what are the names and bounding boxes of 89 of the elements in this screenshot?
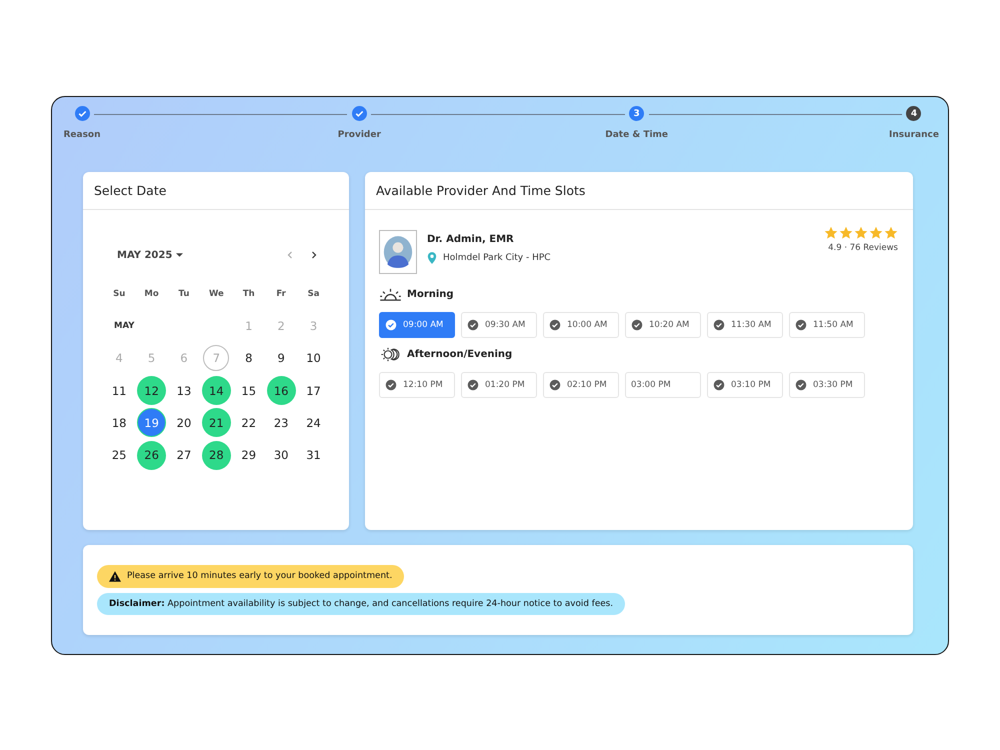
time-slot-button[interactable]: 03:10 PM: [707, 372, 783, 398]
sunrise-icon: [379, 286, 402, 302]
star-icon: [854, 226, 868, 240]
weekday-label: Mo: [143, 288, 160, 302]
time-slot-button[interactable]: 03:00 PM: [625, 372, 701, 398]
calendar-day[interactable]: 22: [234, 408, 264, 438]
calendar-day[interactable]: 12: [137, 376, 166, 406]
month-dropdown[interactable]: MAY 2025: [117, 250, 184, 260]
calendar-day[interactable]: 24: [299, 408, 328, 438]
time-slot-button[interactable]: 10:00 AM: [543, 312, 619, 338]
calendar-day[interactable]: 29: [234, 440, 264, 470]
check-circle-icon: [467, 319, 479, 331]
calendar-day[interactable]: 17: [299, 376, 328, 406]
calendar-day: 1: [234, 312, 264, 341]
calendar-day[interactable]: 16: [266, 376, 296, 406]
time-slot-button[interactable]: 12:10 PM: [379, 372, 455, 398]
calendar-day[interactable]: 28: [202, 440, 231, 470]
star-icon: [824, 226, 838, 240]
time-slot-button[interactable]: 01:20 PM: [461, 372, 537, 398]
step-number: 4: [906, 106, 922, 121]
check-circle-icon: [385, 319, 397, 331]
calendar-day[interactable]: 23: [266, 408, 296, 438]
step-label: Date & Time: [605, 130, 668, 140]
calendar-day[interactable]: 18: [104, 408, 134, 438]
check-circle-icon: [549, 379, 561, 391]
calendar-day[interactable]: 20: [169, 408, 198, 438]
calendar-day[interactable]: 19: [137, 408, 166, 438]
time-slot-button[interactable]: 10:20 AM: [625, 312, 701, 338]
calendar-day[interactable]: 10: [299, 344, 328, 373]
time-slot-button[interactable]: 09:00 AM: [379, 312, 455, 338]
calendar-day: 4: [104, 344, 134, 373]
calendar-day[interactable]: 31: [299, 440, 328, 470]
check-circle-icon: [385, 379, 397, 391]
calendar-day: 5: [137, 344, 166, 373]
star-icon: [884, 226, 898, 240]
check-circle-icon: [713, 319, 725, 331]
star-icon: [869, 226, 883, 240]
warning-text: Please arrive 10 minutes early to your booked appointment.: [127, 571, 392, 582]
time-slot-button[interactable]: 09:30 AM: [461, 312, 537, 338]
calendar-day[interactable]: 13: [169, 376, 198, 406]
month-label: MAY: [113, 320, 136, 334]
calendar-day[interactable]: 21: [202, 408, 231, 438]
calendar-day[interactable]: 11: [104, 376, 134, 406]
weekday-label: Su: [112, 288, 126, 302]
provider-name: Dr. Admin, EMR: [427, 234, 515, 245]
time-slot-button[interactable]: 11:50 AM: [789, 312, 865, 338]
step-number: 3: [629, 106, 644, 121]
calendar-day[interactable]: 8: [234, 344, 264, 373]
calendar-day[interactable]: 25: [104, 440, 134, 470]
step-label: Reason: [63, 130, 101, 140]
check-circle-icon: [631, 319, 643, 331]
weekday-label: Fr: [275, 288, 287, 302]
calendar-day[interactable]: 15: [234, 376, 264, 406]
time-slot-button[interactable]: 11:30 AM: [707, 312, 783, 338]
next-icon[interactable]: [309, 250, 319, 260]
person-silhouette-icon: [383, 235, 413, 269]
section-title: Afternoon/Evening: [407, 348, 512, 360]
check-circle-icon: [549, 319, 561, 331]
calendar-day: 6: [169, 344, 198, 373]
disclaimer-text: Disclaimer: Appointment availability is subject to change, and cancellations require 24-hour notice to avoid fees.: [109, 598, 614, 609]
step-label: Insurance: [889, 130, 939, 140]
calendar-day[interactable]: 9: [266, 344, 296, 373]
card-title: Select Date: [94, 183, 166, 198]
calendar-day: 2: [266, 312, 296, 341]
rating-text: 4.9 · 76 Reviews: [828, 243, 898, 253]
caret-icon: [176, 253, 184, 257]
time-slot-button[interactable]: 02:10 PM: [543, 372, 619, 398]
check-circle-icon: [467, 379, 479, 391]
warning-icon: [109, 570, 121, 582]
calendar-day[interactable]: 14: [202, 376, 231, 406]
provider-location: Holmdel Park City - HPC: [443, 253, 551, 263]
weekday-label: We: [208, 288, 225, 302]
check-circle-icon: [713, 379, 725, 391]
calendar-day: 3: [299, 312, 328, 341]
time-slot-button[interactable]: 03:30 PM: [789, 372, 865, 398]
check-circle-icon: [795, 379, 807, 391]
section-title: Morning: [407, 288, 454, 300]
calendar-day[interactable]: 26: [137, 440, 166, 470]
weekday-label: Sa: [306, 288, 320, 302]
weekday-label: Tu: [178, 288, 190, 302]
location-pin-icon: [427, 252, 437, 264]
sun-moon-icon: [379, 346, 402, 362]
step-label: Provider: [338, 130, 381, 140]
calendar-day[interactable]: 30: [266, 440, 296, 470]
star-icon: [839, 226, 853, 240]
check-circle-icon: [795, 319, 807, 331]
card-title: Available Provider And Time Slots: [376, 183, 586, 198]
calendar-day[interactable]: 27: [169, 440, 198, 470]
weekday-label: Th: [242, 288, 256, 302]
